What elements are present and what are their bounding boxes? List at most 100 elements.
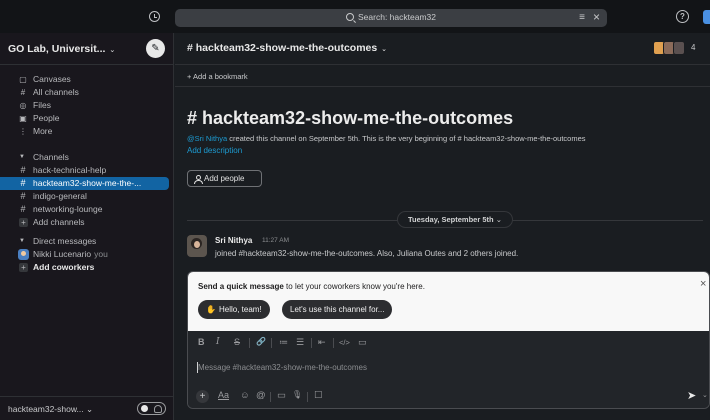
workspace-header[interactable]: GO Lab, Universit... ⌄ ✎ [0, 33, 174, 65]
add-people-button[interactable]: Add people [187, 170, 262, 187]
add-description-link[interactable]: Add description [187, 146, 242, 155]
caret-down-icon: ▼ [19, 154, 25, 160]
hash-icon: # [20, 191, 26, 201]
toolbar-divider [311, 338, 312, 348]
workspace-name[interactable]: GO Lab, Universit... ⌄ [8, 43, 115, 55]
channel-header: # hackteam32-show-me-the-outcomes ⌄ 4 [175, 33, 710, 65]
day-divider-pill[interactable]: Tuesday, September 5th ⌄ [397, 211, 513, 228]
use-channel-chip[interactable]: Let's use this channel for... [282, 300, 393, 319]
shortcuts-icon[interactable]: ☐ [314, 390, 323, 401]
intro-text: created this channel on September 5th. T… [227, 134, 586, 143]
quick-message-bold: Send a quick message [198, 282, 284, 291]
sidebar-item-indigo-general[interactable]: # indigo-general [0, 190, 174, 203]
sidebar-item-label: All channels [33, 87, 79, 97]
add-coworkers-button[interactable]: + Add coworkers [0, 261, 174, 274]
video-icon[interactable]: ▭ [277, 390, 286, 401]
formatting-toggle-icon[interactable]: Aa [218, 390, 229, 400]
sidebar-item-files[interactable]: ◎ Files [0, 99, 174, 112]
toolbar-divider [270, 392, 271, 402]
ordered-list-icon[interactable]: ≔ [279, 337, 288, 348]
strikethrough-icon[interactable]: S [234, 337, 240, 347]
message-placeholder: Message #hackteam32-show-me-the-outcomes [198, 363, 367, 372]
chevron-down-icon[interactable]: ⌄ [702, 391, 708, 399]
top-bar: Search: hackteam32 ≡ × ? [0, 0, 710, 33]
member-count: 4 [691, 43, 696, 52]
add-channels-label: Add channels [33, 217, 85, 227]
quick-message-panel: Send a quick message to let your coworke… [188, 272, 709, 331]
hash-icon: # [20, 204, 26, 214]
code-block-icon[interactable]: ▭ [358, 337, 367, 348]
bold-icon[interactable]: B [198, 337, 205, 347]
sidebar-item-label: People [33, 113, 60, 123]
plus-icon: + [19, 218, 28, 227]
dm-user-name: Nikki Lucenario [33, 249, 92, 259]
canvas-icon: ▢ [19, 75, 27, 84]
sidebar-item-all-channels[interactable]: # All channels [0, 86, 174, 99]
avatar[interactable] [187, 235, 207, 257]
code-icon[interactable]: </> [339, 338, 350, 347]
sidebar-item-hack-technical-help[interactable]: # hack-technical-help [0, 164, 174, 177]
mention-icon[interactable]: @ [256, 390, 266, 401]
caret-down-icon: ▼ [19, 238, 25, 244]
avatar [673, 41, 685, 55]
message-timestamp[interactable]: 11:27 AM [262, 237, 289, 244]
chevron-down-icon: ⌄ [85, 404, 94, 414]
profile-avatar[interactable] [703, 10, 710, 24]
composer-toolbar: + Aa ☺ @ ▭ 🎙 ☐ ➤ ⌄ [188, 383, 709, 408]
compose-icon[interactable]: ✎ [146, 39, 165, 58]
close-icon[interactable]: × [593, 10, 600, 24]
search-bar[interactable]: Search: hackteam32 ≡ × [175, 9, 607, 27]
message-author[interactable]: Sri Nithya [215, 236, 252, 245]
sidebar-item-networking-lounge[interactable]: # networking-lounge [0, 203, 174, 216]
help-icon[interactable]: ? [676, 10, 689, 23]
sidebar-item-people[interactable]: ▣ People [0, 112, 174, 125]
more-icon: ⋮ [19, 127, 27, 136]
sidebar-item-dm-self[interactable]: Nikki Lucenario you [0, 248, 174, 261]
user-mention-link[interactable]: @Sri Nithya [187, 134, 227, 143]
dm-section-header[interactable]: ▼ Direct messages [0, 235, 174, 248]
bulleted-list-icon[interactable]: ☰ [296, 337, 304, 348]
sidebar-item-canvases[interactable]: ▢ Canvases [0, 73, 174, 86]
send-icon[interactable]: ➤ [687, 389, 696, 402]
search-text-wrap: Search: hackteam32 [175, 12, 607, 22]
person-icon [194, 175, 203, 184]
message-input[interactable]: Message #hackteam32-show-me-the-outcomes [188, 355, 709, 383]
sidebar-item-hackteam32-show-me-the-outcomes[interactable]: # hackteam32-show-me-the-... [0, 177, 169, 190]
hello-team-chip[interactable]: ✋ Hello, team! [198, 300, 270, 319]
close-icon[interactable]: × [700, 278, 706, 290]
chevron-down-icon: ⌄ [495, 215, 502, 224]
huddle-toggle[interactable] [137, 402, 166, 415]
history-icon[interactable] [149, 11, 160, 22]
channels-section-header[interactable]: ▼ Channels [0, 151, 174, 164]
sidebar-nav: ▢ Canvases # All channels ◎ Files ▣ People ⋮… [0, 73, 174, 274]
sidebar-item-more[interactable]: ⋮ More [0, 125, 174, 138]
footer-workspace-label: hackteam32-show... [8, 404, 84, 414]
avatar [18, 249, 29, 260]
add-people-label: Add people [204, 174, 245, 183]
you-tag: you [94, 249, 108, 259]
chevron-down-icon: ⌄ [107, 47, 116, 54]
channels-icon: # [20, 88, 26, 97]
chip-label: Hello, team! [218, 305, 262, 314]
filter-icon[interactable]: ≡ [579, 12, 585, 23]
blockquote-icon[interactable]: ⇤ [318, 337, 326, 348]
chevron-down-icon: ⌄ [379, 46, 388, 53]
quick-message-prompt: Send a quick message to let your coworke… [198, 282, 425, 291]
channel-label: indigo-general [33, 191, 87, 201]
emoji-icon[interactable]: ☺ [240, 390, 250, 401]
sidebar-item-label: Files [33, 100, 51, 110]
channel-label: hack-technical-help [33, 165, 107, 175]
plus-icon[interactable]: + [196, 390, 209, 403]
add-bookmark-button[interactable]: + Add a bookmark [187, 72, 248, 81]
microphone-icon[interactable]: 🎙 [292, 390, 302, 399]
link-icon[interactable]: 🔗 [256, 337, 266, 346]
channel-view: # hackteam32-show-me-the-outcomes ⌄ 4 + … [175, 33, 710, 420]
footer-workspace-switcher[interactable]: hackteam32-show... ⌄ [8, 404, 93, 415]
channel-title[interactable]: # hackteam32-show-me-the-outcomes ⌄ [187, 42, 387, 54]
bookmark-bar: + Add a bookmark [175, 66, 710, 87]
toolbar-divider [333, 338, 334, 348]
add-channels-button[interactable]: + Add channels [0, 216, 174, 229]
channel-label: hackteam32-show-me-the-... [33, 178, 142, 188]
italic-icon[interactable]: I [216, 337, 220, 347]
